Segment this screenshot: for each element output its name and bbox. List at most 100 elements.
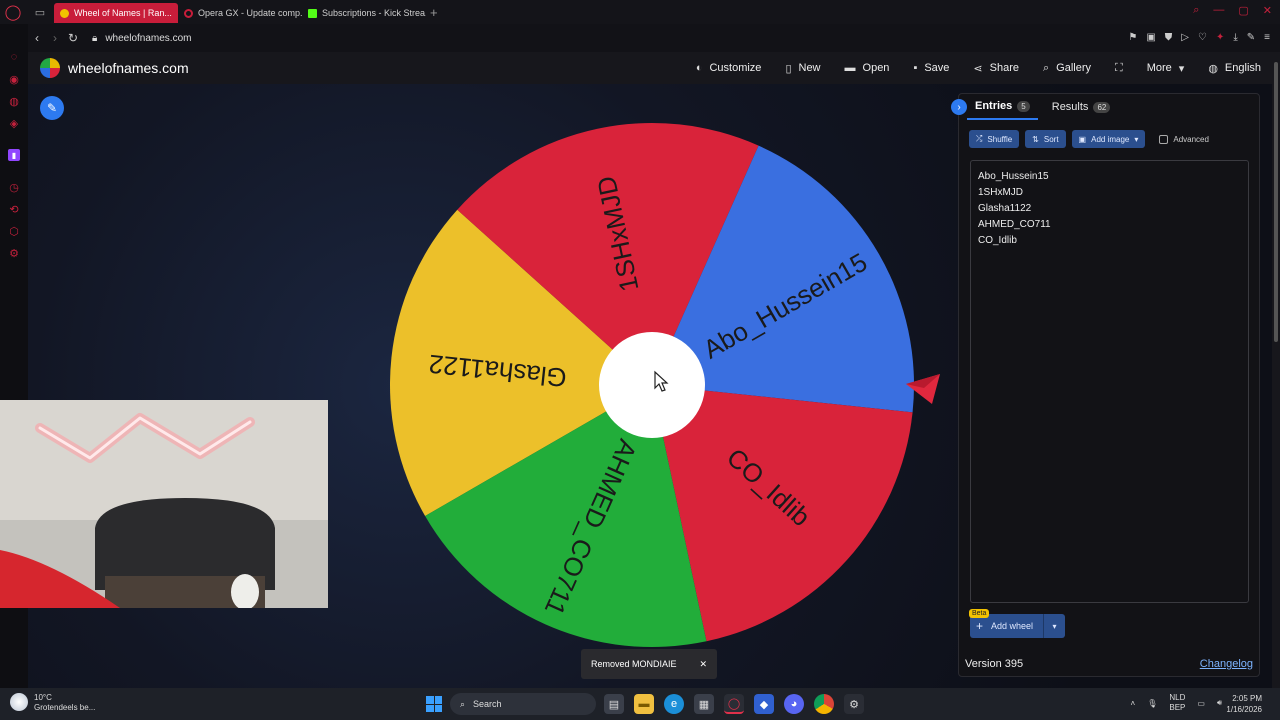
- entries-count-badge: 5: [1017, 100, 1030, 112]
- taskbar-search[interactable]: ⌕ Search: [450, 693, 596, 715]
- taskbar-apps: ▤ ▬ e ▦ ◯ ◆ ◕ ⚙: [604, 694, 864, 714]
- taskbar-clock[interactable]: 2:05 PM 1/16/2026: [1226, 693, 1262, 715]
- entries-toolbar: ⤮ Shuffle ⇅ Sort ▣ Add image ▾ Advanced: [969, 130, 1209, 148]
- chrome-icon[interactable]: [814, 694, 834, 714]
- share-button[interactable]: ⋖ Share: [961, 62, 1031, 75]
- weather-widget[interactable]: 10°C Grotendeels be...: [10, 693, 95, 713]
- address-bar: ‹ › ↻ 🔒︎ wheelofnames.com ⚑ ▣ ⛊ ▷ ♡ ✦ ⤓ …: [28, 24, 1280, 52]
- gallery-button[interactable]: ⌕ Gallery: [1031, 62, 1103, 75]
- sidebar-home-icon[interactable]: ◌: [0, 46, 28, 68]
- sort-button[interactable]: ⇅ Sort: [1025, 130, 1066, 148]
- wheel-center-button[interactable]: [599, 332, 705, 438]
- language-indicator[interactable]: NLD BEP: [1169, 693, 1185, 713]
- entries-panel: › Entries 5 Results 62 ⤮ Shuffle ⇅ Sort ▣ A…: [951, 93, 1260, 677]
- site-name[interactable]: wheelofnames.com: [68, 60, 189, 76]
- image-icon: ▣: [1078, 134, 1087, 144]
- chevron-up-icon[interactable]: ˄: [1131, 699, 1136, 708]
- store-icon[interactable]: ▦: [694, 694, 714, 714]
- sidebar-clock-icon[interactable]: ◷: [0, 176, 28, 198]
- language-button[interactable]: ◍ English: [1196, 62, 1273, 75]
- shuffle-button[interactable]: ⤮ Shuffle: [969, 130, 1020, 148]
- new-tab-icon[interactable]: +: [430, 5, 438, 20]
- back-icon[interactable]: ‹: [28, 31, 46, 45]
- changelog-link[interactable]: Changelog: [1200, 658, 1253, 670]
- volume-icon[interactable]: 🔊︎: [1217, 698, 1222, 708]
- maximize-icon[interactable]: ▢: [1238, 4, 1248, 17]
- webcam-overlay: [0, 400, 328, 608]
- collapse-panel-icon[interactable]: ›: [951, 99, 967, 115]
- toast-text: Removed MONDIAIE: [591, 659, 677, 669]
- opera-favicon-icon: [184, 8, 193, 18]
- download-icon[interactable]: ⤓: [1233, 32, 1237, 43]
- toast-notification: Removed MONDIAIE ✕: [581, 649, 717, 679]
- site-logo-icon[interactable]: [40, 58, 60, 78]
- sidebar-music-icon[interactable]: ◈: [0, 112, 28, 134]
- wheel[interactable]: Glasha11221SHxMJDAbo_Hussein15CO_IdlibAH…: [387, 120, 917, 650]
- edit-wheel-button[interactable]: ✎: [40, 96, 64, 120]
- opera-logo-icon[interactable]: ◯: [0, 0, 26, 24]
- start-button-icon[interactable]: [426, 696, 442, 712]
- bookmark-icon[interactable]: ⚑: [1128, 32, 1137, 43]
- kick-favicon-icon: [308, 8, 317, 18]
- more-button[interactable]: More ▾: [1135, 62, 1197, 75]
- ai-icon[interactable]: ✎: [1247, 32, 1255, 43]
- edge-icon[interactable]: e: [664, 694, 684, 714]
- shield-icon[interactable]: ⛊: [1165, 32, 1173, 43]
- discord-icon[interactable]: ◕: [784, 694, 804, 714]
- menu-icon[interactable]: ≡: [1264, 32, 1270, 43]
- play-icon[interactable]: ▷: [1181, 32, 1189, 43]
- search-icon: ⌕: [1043, 61, 1050, 74]
- url-text: wheelofnames.com: [105, 32, 192, 44]
- weather-temp: 10°C: [34, 693, 52, 702]
- microphone-icon[interactable]: 🎙︎: [1147, 699, 1157, 708]
- add-wheel-dropdown-icon[interactable]: ▾: [1043, 614, 1065, 638]
- browser-tab[interactable]: Opera GX - Update comp...: [178, 3, 302, 23]
- open-button[interactable]: ▬ Open: [833, 62, 902, 74]
- weather-desc: Grotendeels be...: [34, 703, 96, 712]
- new-button[interactable]: ▯ New: [773, 62, 832, 75]
- forward-icon[interactable]: ›: [46, 31, 64, 45]
- fullscreen-button[interactable]: ⛶: [1103, 62, 1135, 75]
- customize-button[interactable]: ◐ Customize: [684, 62, 774, 74]
- app-icon[interactable]: ◆: [754, 694, 774, 714]
- minimize-icon[interactable]: —: [1213, 4, 1224, 17]
- network-icon[interactable]: ▭: [1197, 699, 1205, 708]
- task-view-icon[interactable]: ▤: [604, 694, 624, 714]
- opera-gx-icon[interactable]: ◯: [724, 694, 744, 714]
- save-button[interactable]: ▪ Save: [901, 62, 961, 74]
- wheel-pointer-icon: [906, 374, 940, 404]
- advanced-checkbox[interactable]: Advanced: [1159, 134, 1209, 144]
- reload-icon[interactable]: ↻: [64, 31, 82, 45]
- file-explorer-icon[interactable]: ▬: [634, 694, 654, 714]
- tab-title: Wheel of Names | Ran...: [74, 8, 172, 18]
- steam-icon[interactable]: ⚙: [844, 694, 864, 714]
- sidebar-history-icon[interactable]: ⟲: [0, 198, 28, 220]
- url-field[interactable]: 🔒︎ wheelofnames.com: [92, 33, 191, 44]
- plus-icon: +: [976, 619, 984, 633]
- sidebar-box-icon[interactable]: ⬡: [0, 220, 28, 242]
- heart-icon[interactable]: ♡: [1198, 32, 1207, 43]
- page-scrollbar[interactable]: [1272, 52, 1280, 688]
- tab-entries[interactable]: Entries 5: [967, 94, 1038, 120]
- tab-overview-icon[interactable]: ▭: [26, 0, 54, 24]
- close-icon[interactable]: ✕: [1263, 4, 1272, 17]
- entries-textarea[interactable]: Abo_Hussein15 1SHxMJD Glasha1122 AHMED_CO71…: [970, 160, 1249, 603]
- add-image-button[interactable]: ▣ Add image ▾: [1071, 130, 1146, 148]
- tab-results[interactable]: Results 62: [1044, 94, 1119, 120]
- sidebar-settings-icon[interactable]: ⚙: [0, 242, 28, 264]
- entry-line: CO_Idlib: [978, 235, 1017, 246]
- scrollbar-thumb[interactable]: [1274, 62, 1278, 342]
- snapshot-icon[interactable]: ▣: [1146, 32, 1155, 43]
- shuffle-icon: ⤮: [976, 134, 983, 143]
- browser-tab[interactable]: Wheel of Names | Ran...: [54, 3, 178, 23]
- toast-close-icon[interactable]: ✕: [699, 659, 707, 670]
- windows-taskbar: 10°C Grotendeels be... ⌕ Search ▤ ▬ e ▦ …: [0, 688, 1280, 720]
- browser-tab[interactable]: Subscriptions - Kick Strea...: [302, 3, 426, 23]
- sidebar-twitch-icon[interactable]: ▮: [0, 144, 28, 166]
- sidebar-messenger-icon[interactable]: ◍: [0, 90, 28, 112]
- entry-line: Glasha1122: [978, 203, 1032, 214]
- extension-icon[interactable]: ✦: [1216, 32, 1224, 43]
- sidebar-user-icon[interactable]: ◉: [0, 68, 28, 90]
- tab-title: Opera GX - Update comp...: [198, 8, 302, 18]
- search-tabs-icon[interactable]: ⌕: [1193, 4, 1199, 17]
